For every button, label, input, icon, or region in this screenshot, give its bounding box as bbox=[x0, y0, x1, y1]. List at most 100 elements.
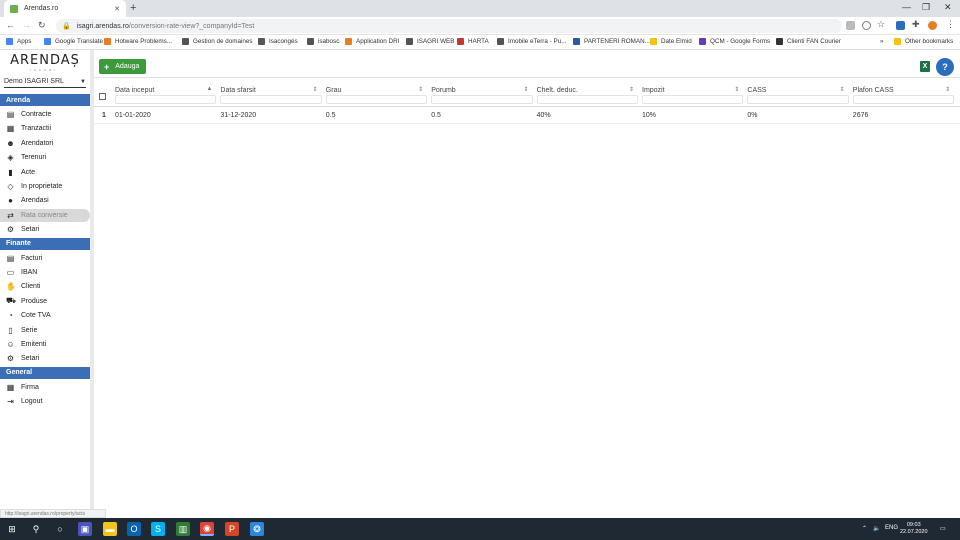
sidebar-item-produse[interactable]: ⛟ Produse bbox=[0, 295, 90, 308]
minimize-button[interactable]: — bbox=[902, 2, 911, 12]
back-arrow-icon[interactable]: ← bbox=[6, 20, 15, 30]
new-tab-button[interactable]: + bbox=[130, 2, 136, 14]
star-icon[interactable]: ☆ bbox=[877, 19, 886, 29]
sidebar-item-arendasi[interactable]: ● Arendasi bbox=[0, 194, 90, 207]
taskbar-chrome-icon[interactable]: ◉ bbox=[200, 522, 214, 536]
sidebar-item-serie[interactable]: ▯ Serie bbox=[0, 324, 90, 337]
bookmark-item[interactable]: Hotware Problems... bbox=[104, 38, 172, 45]
clock[interactable]: 09:03 22.07.2020 bbox=[900, 522, 928, 536]
excel-export-icon[interactable]: X bbox=[920, 61, 930, 72]
company-select[interactable]: Demo ISAGRI SRL ▼ bbox=[4, 76, 86, 88]
bookmark-item[interactable]: Application DRI bbox=[345, 38, 399, 45]
column-filter-input[interactable] bbox=[220, 95, 322, 104]
column-header[interactable]: Impozit ⇕ bbox=[642, 83, 744, 104]
taskbar-cortana-icon[interactable]: ○ bbox=[53, 522, 67, 536]
table-cell[interactable]: 31-12-2020 bbox=[220, 112, 256, 119]
sort-icon[interactable]: ⇕ bbox=[313, 86, 318, 93]
column-filter-input[interactable] bbox=[642, 95, 744, 104]
bookmark-item[interactable]: Gestion de domaines bbox=[182, 38, 253, 45]
tray-chevron-icon[interactable]: ⌃ bbox=[862, 525, 867, 532]
sidebar-item-acte[interactable]: ▮ Acte bbox=[0, 166, 90, 179]
bookmark-item[interactable]: Apps bbox=[6, 38, 31, 45]
sidebar-item-tranzactii[interactable]: ▦ Tranzactii bbox=[0, 122, 90, 135]
other-bookmarks[interactable]: Other bookmarks bbox=[894, 38, 953, 45]
column-filter-input[interactable] bbox=[536, 95, 638, 104]
bookmark-item[interactable]: HARTA bbox=[457, 38, 489, 45]
bookmark-item[interactable]: Date Elmid bbox=[650, 38, 692, 45]
column-filter-input[interactable] bbox=[115, 95, 217, 104]
bookmark-item[interactable]: Imobile eTerra - Pu... bbox=[497, 38, 566, 45]
column-header[interactable]: Grau ⇕ bbox=[325, 83, 428, 104]
taskbar-charts-icon[interactable]: ▥ bbox=[176, 522, 190, 536]
taskbar-explorer-icon[interactable]: ▬ bbox=[103, 522, 117, 536]
sidebar-item-arendatori[interactable]: ☻ Arendatori bbox=[0, 137, 90, 150]
forward-arrow-icon[interactable]: → bbox=[22, 20, 31, 30]
taskbar-outlook-icon[interactable]: O bbox=[127, 522, 141, 536]
browser-tab[interactable]: Arendas.ro ✕ bbox=[4, 0, 126, 17]
sort-icon[interactable]: ⇕ bbox=[418, 86, 423, 93]
reload-icon[interactable]: ↻ bbox=[38, 20, 46, 31]
column-header[interactable]: Data sfarsit ⇕ bbox=[220, 83, 322, 104]
sidebar-item-iban[interactable]: ▭ IBAN bbox=[0, 266, 90, 279]
volume-icon[interactable]: 🔈 bbox=[873, 525, 880, 532]
notifications-icon[interactable]: ▭ bbox=[940, 525, 946, 532]
table-cell[interactable]: 0.5 bbox=[431, 112, 441, 119]
table-cell[interactable]: 40% bbox=[537, 112, 551, 119]
help-icon[interactable]: ? bbox=[936, 58, 954, 76]
bookmark-item[interactable]: isabosc bbox=[307, 38, 339, 45]
table-cell[interactable]: 0% bbox=[747, 112, 757, 119]
close-window-button[interactable]: ✕ bbox=[944, 2, 952, 13]
sidebar-item-emitenti[interactable]: ☺ Emitenti bbox=[0, 338, 90, 351]
sidebar-item-facturi[interactable]: ▤ Facturi bbox=[0, 252, 90, 265]
sidebar-item-setari[interactable]: ⚙ Setari bbox=[0, 223, 90, 236]
bookmarks-more-icon[interactable]: » bbox=[880, 38, 884, 45]
extension-icon[interactable] bbox=[896, 21, 905, 30]
table-cell[interactable]: 01-01-2020 bbox=[115, 112, 151, 119]
sort-icon[interactable]: ⇕ bbox=[734, 86, 739, 93]
bookmark-item[interactable]: QCM - Google Forms bbox=[699, 38, 770, 45]
taskbar-start-icon[interactable]: ⊞ bbox=[5, 522, 19, 536]
taskbar-skype-icon[interactable]: S bbox=[151, 522, 165, 536]
maximize-button[interactable]: ❐ bbox=[922, 2, 930, 13]
sidebar-item-rata-conversie[interactable]: ⇄ Rata conversie bbox=[0, 208, 90, 222]
menu-icon[interactable]: ⋮ bbox=[946, 19, 955, 29]
bookmark-item[interactable]: PARTENERI ROMAN... bbox=[573, 38, 650, 45]
bookmark-item[interactable]: ISAGRI WEB bbox=[406, 38, 454, 45]
sidebar-item-firma[interactable]: ▦ Firma bbox=[0, 381, 90, 394]
sort-icon[interactable]: ⇕ bbox=[840, 86, 845, 93]
taskbar-search-icon[interactable]: ⚲ bbox=[29, 522, 43, 536]
column-header[interactable]: Plafon CASS ⇕ bbox=[852, 83, 955, 104]
bookmark-item[interactable]: Isacongés bbox=[258, 38, 298, 45]
sort-icon[interactable]: ⇕ bbox=[945, 86, 950, 93]
sort-icon[interactable]: ⇕ bbox=[524, 86, 529, 93]
puzzle-icon[interactable]: ✚ bbox=[912, 19, 921, 29]
translate-icon[interactable] bbox=[846, 21, 855, 30]
sidebar-item-contracte[interactable]: ▤ Contracte bbox=[0, 108, 90, 121]
column-header[interactable]: CASS ⇕ bbox=[747, 83, 849, 104]
column-filter-input[interactable] bbox=[325, 95, 428, 104]
column-header[interactable]: Chelt. deduc. ⇕ bbox=[536, 83, 638, 104]
taskbar-teams-icon[interactable]: ▣ bbox=[78, 522, 92, 536]
table-cell[interactable]: 10% bbox=[642, 112, 656, 119]
table-cell[interactable]: 0.5 bbox=[326, 112, 336, 119]
bookmark-item[interactable]: Clienti FAN Courier bbox=[776, 38, 841, 45]
profile-avatar[interactable] bbox=[928, 21, 937, 30]
sidebar-item-in-proprietate[interactable]: ◇ In proprietate bbox=[0, 180, 90, 193]
column-header[interactable]: Data inceput ▲ bbox=[115, 83, 217, 104]
column-header[interactable]: Porumb ⇕ bbox=[431, 83, 533, 104]
column-filter-input[interactable] bbox=[431, 95, 533, 104]
select-all-checkbox[interactable] bbox=[99, 93, 106, 100]
lang-indicator[interactable]: ENG bbox=[885, 525, 898, 531]
sidebar-item-terenuri[interactable]: ◈ Terenuri bbox=[0, 151, 90, 164]
bookmark-item[interactable]: Google Translate bbox=[44, 38, 103, 45]
column-filter-input[interactable] bbox=[852, 95, 955, 104]
sidebar-item-setari[interactable]: ⚙ Setari bbox=[0, 352, 90, 365]
sidebar-item-logout[interactable]: ⇥ Logout bbox=[0, 395, 90, 408]
sort-icon[interactable]: ⇕ bbox=[629, 86, 634, 93]
sort-icon[interactable]: ▲ bbox=[206, 86, 212, 92]
table-cell[interactable]: 2676 bbox=[853, 112, 869, 119]
taskbar-powerpoint-icon[interactable]: P bbox=[225, 522, 239, 536]
zoom-icon[interactable] bbox=[862, 21, 871, 30]
close-tab-icon[interactable]: ✕ bbox=[114, 5, 120, 13]
sidebar-item-cote-tva[interactable]: ◔ Cote TVA bbox=[0, 309, 90, 322]
